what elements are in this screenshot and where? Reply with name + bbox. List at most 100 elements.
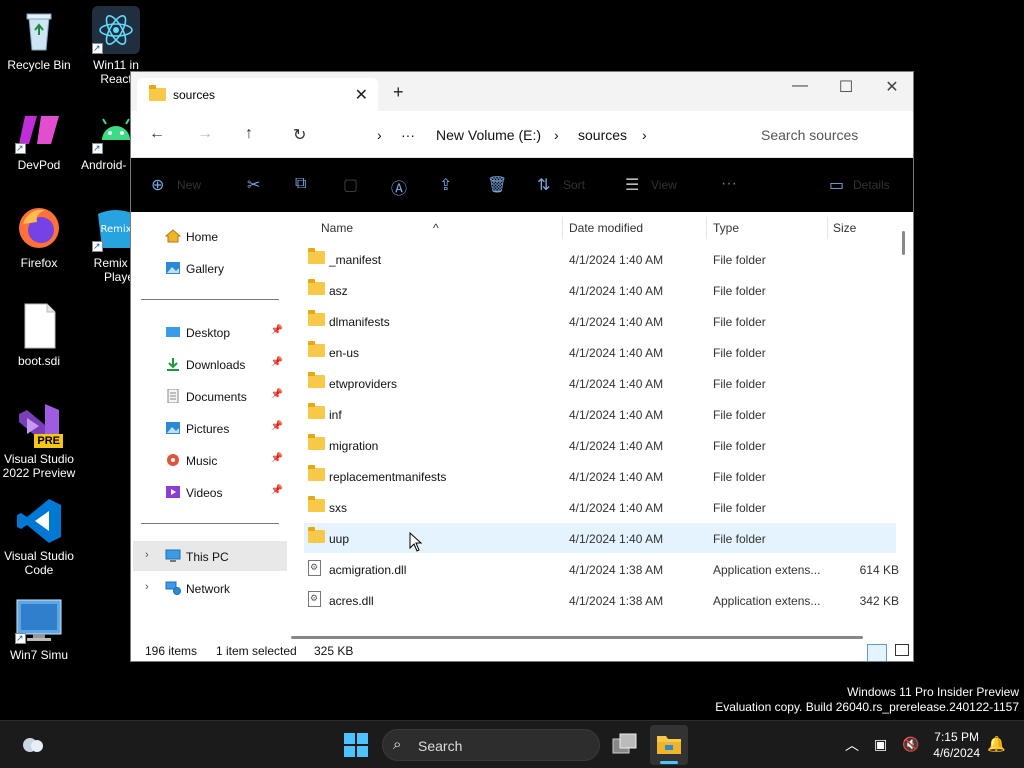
file-date: 4/1/2024 1:40 AM [569,408,664,422]
weather-icon[interactable] [20,733,46,760]
file-type: File folder [713,284,766,298]
back-button[interactable]: ← [149,125,165,143]
column-divider[interactable] [706,217,707,239]
refresh-button[interactable]: ↻ [293,125,306,145]
file-row-selected[interactable]: uup 4/1/2024 1:40 AM File folder [304,523,896,553]
task-view-button[interactable] [612,733,638,760]
desktop-icon-recycle-bin[interactable]: Recycle Bin [0,6,78,72]
file-row[interactable]: en-us 4/1/2024 1:40 AM File folder [304,337,896,367]
taskbar-search[interactable]: ⌕ Search [382,729,600,761]
sort-label[interactable]: Sort [563,178,585,192]
forward-button[interactable]: → [197,125,213,143]
delete-icon[interactable]: 🗑 [487,175,507,195]
nav-item-this-pc[interactable]: › This PC [133,541,287,571]
file-row[interactable]: dlmanifests 4/1/2024 1:40 AM File folder [304,306,896,336]
pin-icon[interactable]: 📌 [271,453,283,464]
file-row[interactable]: migration 4/1/2024 1:40 AM File folder [304,430,896,460]
file-name: replacementmanifests [329,470,447,484]
pin-icon[interactable]: 📌 [271,389,283,400]
nav-item-network[interactable]: › Network [133,573,287,603]
column-type[interactable]: Type [713,221,739,235]
search-placeholder: Search sources [761,127,859,143]
nav-item-videos[interactable]: Videos 📌 [133,477,287,507]
column-name[interactable]: Name [321,221,353,235]
pin-icon[interactable]: 📌 [271,485,283,496]
notification-bell-icon[interactable]: 🔔 [987,735,1006,753]
chevron-up-icon[interactable]: ︿ [845,735,859,755]
file-row[interactable]: replacementmanifests 4/1/2024 1:40 AM Fi… [304,461,896,491]
chevron-right-icon[interactable]: › [145,549,149,561]
close-tab-icon[interactable]: ✕ [355,85,368,105]
network-status-icon[interactable]: ▣ [874,736,887,753]
column-divider[interactable] [827,217,828,239]
file-row[interactable]: acres.dll 4/1/2024 1:38 AM Application e… [304,585,899,615]
copy-icon[interactable]: ⧉ [295,175,306,193]
minimize-button[interactable]: — [777,77,823,95]
more-options-button[interactable]: ··· [721,175,737,193]
pin-icon[interactable]: 📌 [271,325,283,336]
view-icon[interactable]: ☰ [625,175,639,195]
column-divider[interactable] [562,217,563,239]
file-row[interactable]: etwproviders 4/1/2024 1:40 AM File folde… [304,368,896,398]
column-date-modified[interactable]: Date modified [569,221,643,235]
file-row[interactable]: acmigration.dll 4/1/2024 1:38 AM Applica… [304,554,899,584]
breadcrumb-sources[interactable]: sources [578,127,627,143]
sort-icon[interactable]: ⇅ [537,175,550,195]
search-box[interactable]: Search sources [745,118,913,150]
details-pane-icon[interactable]: ▭ [829,175,844,195]
file-explorer-taskbar-button[interactable] [650,725,688,765]
title-bar[interactable]: sources ✕ + — ☐ ✕ [131,72,913,111]
desktop-icon-vscode[interactable]: Visual Studio Code [0,497,78,577]
file-row[interactable]: inf 4/1/2024 1:40 AM File folder [304,399,896,429]
desktop-icon-boot-sdi[interactable]: boot.sdi [0,302,78,368]
file-date: 4/1/2024 1:40 AM [569,470,664,484]
horizontal-scrollbar[interactable] [291,636,863,639]
volume-muted-icon[interactable]: 🔇 [902,736,919,753]
desktop-icon-devpod[interactable]: DevPod [0,106,78,172]
close-window-button[interactable]: ✕ [869,77,913,97]
nav-item-downloads[interactable]: Downloads 📌 [133,349,287,379]
file-explorer-window[interactable]: sources ✕ + — ☐ ✕ ← → ↑ ↻ › ··· New Volu… [130,71,914,662]
chevron-right-icon[interactable]: › [145,581,149,593]
nav-item-home[interactable]: Home [133,221,287,251]
maximize-button[interactable]: ☐ [823,77,869,97]
pin-icon[interactable]: 📌 [271,421,283,432]
breadcrumb-overflow[interactable]: ··· [401,127,415,143]
cut-icon[interactable]: ✂ [247,175,260,195]
new-label[interactable]: New [177,178,201,192]
up-button[interactable]: ↑ [245,125,253,143]
desktop-icon-visual-studio-preview[interactable]: PRE Visual Studio 2022 Preview [0,400,78,480]
share-icon[interactable]: ⇪ [439,175,452,195]
tab-sources[interactable]: sources ✕ [137,78,378,111]
new-icon[interactable]: ⊕ [151,175,164,195]
file-row[interactable]: _manifest 4/1/2024 1:40 AM File folder [304,244,896,274]
file-list-pane: ^ Name Date modified Type Size _manifest… [291,213,913,641]
nav-item-documents[interactable]: Documents 📌 [133,381,287,411]
pin-icon[interactable]: 📌 [271,357,283,368]
paste-icon[interactable]: ▢ [343,175,358,195]
address-bar[interactable]: › ··· New Volume (E:) › sources › [335,118,738,150]
breadcrumb-new-volume[interactable]: New Volume (E:) [436,127,541,143]
desktop-icon-label: Win7 Simu [9,648,68,662]
desktop-icon-firefox[interactable]: Firefox [0,204,78,270]
vertical-scrollbar[interactable] [902,231,905,255]
nav-item-gallery[interactable]: Gallery [133,253,287,283]
rename-icon[interactable]: Ⓐ [391,175,407,199]
desktop-icon-win7-simu[interactable]: Win7 Simu [0,596,78,662]
nav-item-desktop[interactable]: Desktop 📌 [133,317,287,347]
nav-item-pictures[interactable]: Pictures 📌 [133,413,287,443]
tiles-view-button[interactable] [895,644,909,656]
file-row[interactable]: asz 4/1/2024 1:40 AM File folder [304,275,896,305]
details-view-button[interactable] [867,644,887,661]
new-tab-button[interactable]: + [393,82,404,103]
details-label[interactable]: Details [853,178,890,192]
file-date: 4/1/2024 1:40 AM [569,377,664,391]
system-clock[interactable]: 7:15 PM 4/6/2024 [933,729,980,761]
start-button[interactable] [344,733,368,762]
file-date: 4/1/2024 1:40 AM [569,439,664,453]
nav-item-music[interactable]: Music 📌 [133,445,287,475]
file-row[interactable]: sxs 4/1/2024 1:40 AM File folder [304,492,896,522]
shortcut-arrow-icon [15,631,26,645]
column-size[interactable]: Size [833,221,856,235]
view-label[interactable]: View [651,178,677,192]
